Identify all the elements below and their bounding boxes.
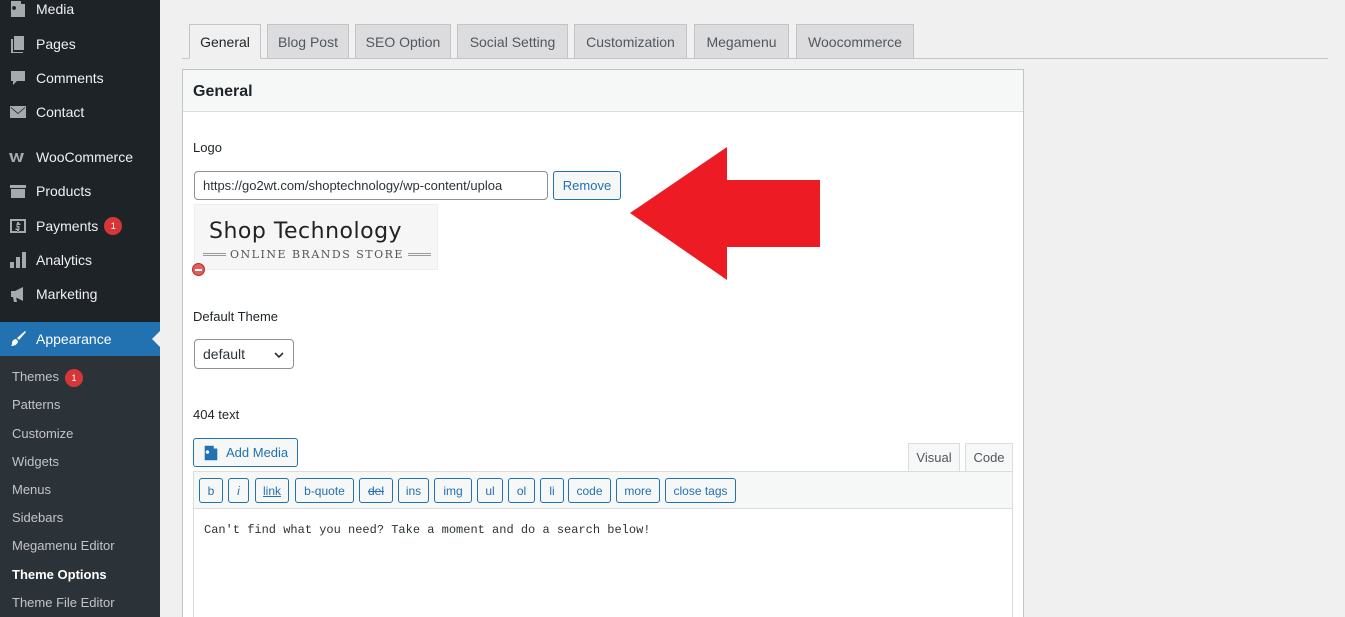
tab-code[interactable]: Code xyxy=(965,443,1013,472)
sidebar-item-marketing[interactable]: Marketing xyxy=(0,277,160,311)
logo-preview-title: Shop Technology xyxy=(209,219,403,244)
sidebar-item-label: Comments xyxy=(36,70,104,86)
logo-divider xyxy=(203,253,227,256)
tab-blog-post[interactable]: Blog Post xyxy=(267,24,349,59)
paintbrush-icon xyxy=(0,329,36,349)
sidebar-item-woocommerce[interactable]: WooCommerce xyxy=(0,140,160,174)
chevron-down-icon xyxy=(274,352,284,359)
media-icon xyxy=(0,0,36,19)
submenu-item-label: Themes xyxy=(12,369,59,384)
payments-icon xyxy=(0,216,36,236)
add-media-button[interactable]: Add Media xyxy=(193,438,298,467)
products-icon xyxy=(0,181,36,201)
appearance-submenu: Themes 1 Patterns Customize Widgets Menus… xyxy=(0,356,160,617)
remove-image-icon[interactable] xyxy=(192,263,205,276)
update-count-badge: 1 xyxy=(64,369,83,387)
tab-general[interactable]: General xyxy=(189,24,261,59)
qt-close-tags-button[interactable]: close tags xyxy=(665,478,736,503)
submenu-item-themes[interactable]: Themes 1 xyxy=(12,369,83,387)
qt-bold-button[interactable]: b xyxy=(199,478,223,503)
sidebar-item-label: Appearance xyxy=(36,331,112,347)
red-arrow-annotation xyxy=(630,147,820,280)
sidebar-item-media[interactable]: Media xyxy=(0,0,160,26)
woocommerce-icon xyxy=(0,147,36,167)
submenu-item-menus[interactable]: Menus xyxy=(12,482,51,497)
update-count-badge: 1 xyxy=(104,217,123,235)
qt-ul-button[interactable]: ul xyxy=(477,478,503,503)
comments-icon xyxy=(0,68,36,88)
submenu-item-customize[interactable]: Customize xyxy=(12,426,73,441)
select-value: default xyxy=(203,346,246,362)
qt-link-button[interactable]: link xyxy=(255,478,289,503)
qt-ol-button[interactable]: ol xyxy=(508,478,535,503)
sidebar-item-label: Products xyxy=(36,183,92,199)
tab-woocommerce[interactable]: Woocommerce xyxy=(796,24,914,59)
sidebar-item-label: Media xyxy=(36,1,75,17)
submenu-item-theme-options[interactable]: Theme Options xyxy=(12,567,107,582)
tab-megamenu[interactable]: Megamenu xyxy=(694,24,789,59)
sidebar-item-label: WooCommerce xyxy=(36,149,133,165)
sidebar-item-pages[interactable]: Pages xyxy=(0,27,160,61)
add-media-label: Add Media xyxy=(226,445,289,460)
sidebar-item-analytics[interactable]: Analytics xyxy=(0,243,160,277)
add-media-icon xyxy=(204,445,218,460)
tab-social-setting[interactable]: Social Setting xyxy=(457,24,568,59)
sidebar-item-appearance[interactable]: Appearance xyxy=(0,322,160,356)
remove-logo-button[interactable]: Remove xyxy=(553,171,621,200)
pages-icon xyxy=(0,34,36,54)
sidebar-item-label: Marketing xyxy=(36,286,98,302)
logo-label: Logo xyxy=(193,140,222,155)
qt-code-button[interactable]: code xyxy=(568,478,611,503)
qt-ins-button[interactable]: ins xyxy=(398,478,429,503)
qt-li-button[interactable]: li xyxy=(540,478,564,503)
submenu-item-theme-file-editor[interactable]: Theme File Editor xyxy=(12,595,115,610)
qt-bquote-button[interactable]: b-quote xyxy=(295,478,354,503)
logo-preview-subtitle: ONLINE BRANDS STORE xyxy=(230,248,404,261)
default-theme-select[interactable]: default xyxy=(194,339,294,369)
panel-header: General xyxy=(183,70,1023,112)
404-text-label: 404 text xyxy=(193,407,240,422)
sidebar-item-payments[interactable]: Payments 1 xyxy=(0,209,160,243)
analytics-icon xyxy=(0,250,36,270)
mail-icon xyxy=(0,102,36,122)
qt-more-button[interactable]: more xyxy=(616,478,660,503)
logo-divider xyxy=(407,253,431,256)
submenu-item-sidebars[interactable]: Sidebars xyxy=(12,510,63,525)
sidebar-item-label: Payments xyxy=(36,218,99,234)
sidebar-item-label: Contact xyxy=(36,104,85,120)
submenu-item-patterns[interactable]: Patterns xyxy=(12,397,60,412)
sidebar-item-contact[interactable]: Contact xyxy=(0,95,160,129)
default-theme-label: Default Theme xyxy=(193,309,279,324)
admin-sidebar: Media Pages Comments Contact WooCommerce… xyxy=(0,0,160,617)
submenu-item-megamenu-editor[interactable]: Megamenu Editor xyxy=(12,538,115,553)
qt-del-button[interactable]: del xyxy=(359,478,393,503)
megaphone-icon xyxy=(0,284,36,304)
logo-preview-tagline: ONLINE BRANDS STORE xyxy=(203,248,431,261)
sidebar-item-label: Pages xyxy=(36,36,76,52)
sidebar-item-comments[interactable]: Comments xyxy=(0,61,160,95)
qt-italic-button[interactable]: i xyxy=(228,478,249,503)
tab-customization[interactable]: Customization xyxy=(574,24,687,59)
logo-preview-image: Shop Technology ONLINE BRANDS STORE xyxy=(194,204,438,270)
tab-seo-option[interactable]: SEO Option xyxy=(355,24,451,59)
tab-visual[interactable]: Visual xyxy=(908,443,960,472)
submenu-item-widgets[interactable]: Widgets xyxy=(12,454,59,469)
sidebar-item-products[interactable]: Products xyxy=(0,174,160,208)
qt-img-button[interactable]: img xyxy=(434,478,472,503)
logo-url-input[interactable] xyxy=(194,171,548,200)
sidebar-item-label: Analytics xyxy=(36,252,93,268)
active-indicator xyxy=(152,331,160,347)
panel-title: General xyxy=(193,83,253,100)
404-text-editor[interactable]: Can't find what you need? Take a moment … xyxy=(193,508,1013,617)
